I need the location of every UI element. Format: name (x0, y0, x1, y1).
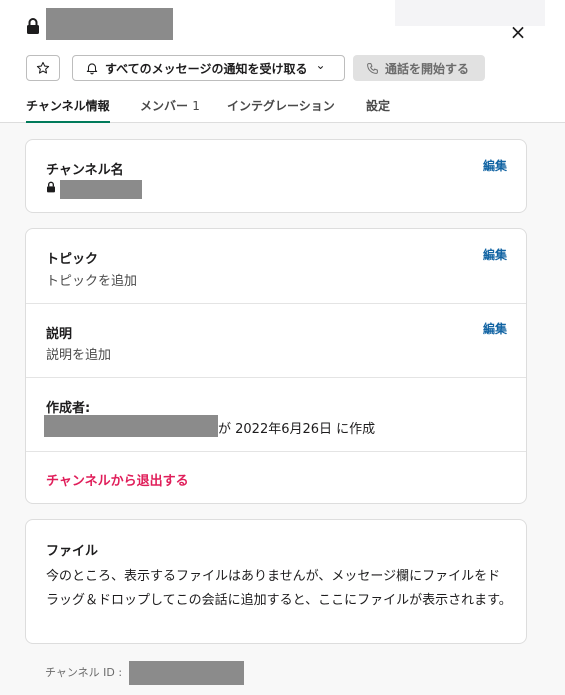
divider (26, 451, 526, 452)
topic-section[interactable]: トピック トピックを追加 編集 (26, 229, 526, 303)
phone-icon (367, 62, 378, 74)
creator-title: 作成者: (46, 401, 91, 416)
files-empty-text: 今のところ、表示するファイルはありませんが、メッセージ欄にファイルをドラッグ＆ド… (46, 569, 512, 608)
leave-channel-link[interactable]: チャンネルから退出する (46, 470, 189, 489)
star-button[interactable] (26, 55, 60, 81)
bell-icon (86, 63, 98, 75)
tab-channel-info[interactable]: チャンネル情報 (26, 97, 110, 123)
files-title: ファイル (46, 544, 99, 559)
description-section[interactable]: 説明 説明を追加 編集 (26, 304, 526, 377)
description-edit-link[interactable]: 編集 (483, 320, 507, 337)
notification-settings-button[interactable]: すべてのメッセージの通知を受け取る ⌄ (72, 55, 345, 81)
close-button[interactable]: × (506, 20, 530, 44)
tab-members-label: メンバー (140, 99, 189, 113)
topic-edit-link[interactable]: 編集 (483, 246, 507, 263)
channel-name-edit-link[interactable]: 編集 (483, 157, 507, 174)
channel-name-card[interactable]: チャンネル名 編集 (25, 139, 527, 213)
description-text: 説明を追加 (46, 348, 112, 363)
channel-about-card: トピック トピックを追加 編集 説明 説明を追加 編集 作成者: が 2022年… (25, 228, 527, 504)
start-call-label: 通話を開始する (385, 61, 470, 76)
creator-name-redacted (44, 415, 218, 437)
files-card: ファイル 今のところ、表示するファイルはありませんが、メッセージ欄にファイルをド… (25, 519, 527, 644)
divider (26, 377, 526, 378)
tab-members-count: 1 (192, 99, 200, 113)
tab-members[interactable]: メンバー 1 (140, 97, 200, 123)
tab-settings[interactable]: 設定 (366, 97, 390, 123)
lock-icon (27, 18, 39, 34)
channel-details-header: × すべてのメッセージの通知を受け取る ⌄ 通話を開始する チャンネル情報 メン… (0, 0, 565, 123)
channel-id-label: チャンネル ID : (45, 666, 123, 679)
start-call-button[interactable]: 通話を開始する (353, 55, 485, 81)
channel-name-redacted (60, 180, 142, 199)
creator-created-text: が 2022年6月26日 に作成 (218, 422, 376, 437)
lock-icon (47, 181, 55, 193)
chevron-down-icon: ⌄ (315, 58, 326, 72)
channel-id-redacted (129, 661, 244, 685)
channel-name-title: チャンネル名 (46, 163, 124, 178)
topic-title: トピック (46, 252, 99, 267)
star-icon (36, 61, 50, 74)
tab-integrations[interactable]: インテグレーション (227, 97, 335, 123)
notification-settings-label: すべてのメッセージの通知を受け取る (105, 61, 308, 76)
description-title: 説明 (46, 327, 73, 342)
channel-title-redacted (46, 8, 173, 40)
topic-text: トピックを追加 (46, 274, 138, 289)
